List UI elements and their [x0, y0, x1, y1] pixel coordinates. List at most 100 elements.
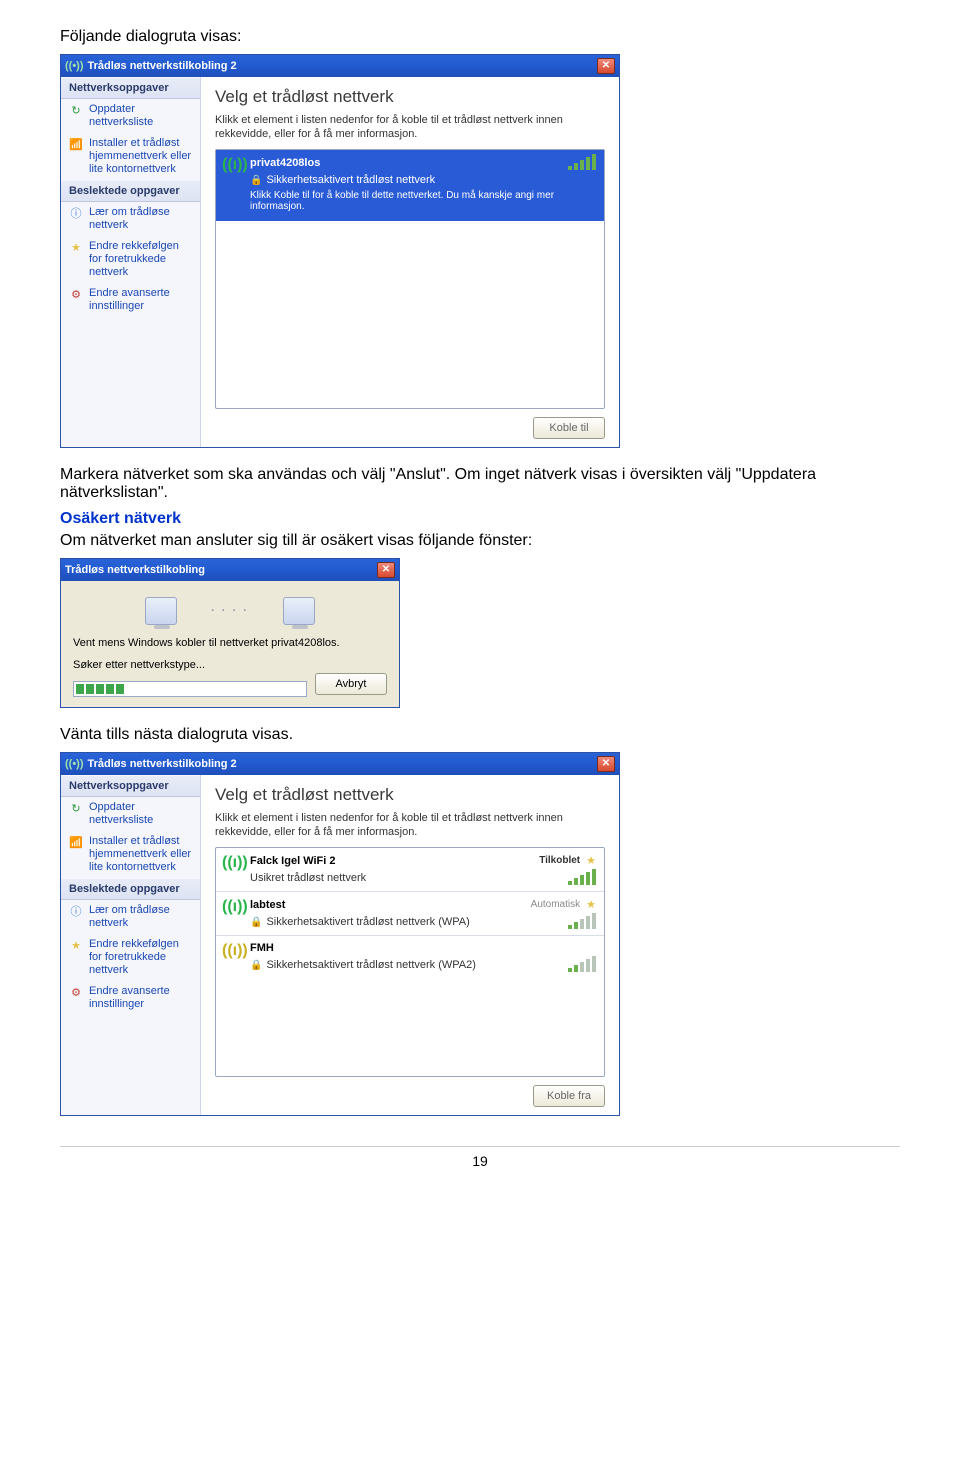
- network-row[interactable]: ((ı)) FMH 🔒 Sikkerhetsaktivert trådløst …: [216, 936, 604, 981]
- sidebar-item-label: Installer et trådløst hjemmenettverk ell…: [89, 835, 192, 874]
- star-icon: ★: [69, 938, 83, 952]
- window-title: Trådløs nettverkstilkobling 2: [88, 60, 237, 72]
- sidebar-item-setup[interactable]: 📶 Installer et trådløst hjemmenettverk e…: [61, 831, 200, 878]
- signal-icon: ((ı)): [222, 854, 248, 872]
- network-security: Usikret trådløst nettverk: [250, 872, 366, 884]
- doc-heading-insecure: Osäkert nätverk: [60, 510, 900, 528]
- signal-bars-icon: [566, 156, 596, 170]
- sidebar-item-learn[interactable]: ⓘ Lær om trådløse nettverk: [61, 900, 200, 934]
- sidebar-head-network-tasks: Nettverksoppgaver: [61, 775, 200, 797]
- wireless-icon: ((•)): [65, 60, 84, 72]
- close-icon[interactable]: ✕: [597, 58, 615, 74]
- dialog-wireless-1: ((•)) Trådløs nettverkstilkobling 2 ✕ Ne…: [60, 54, 620, 448]
- network-ssid: FMH: [250, 942, 274, 954]
- close-icon[interactable]: ✕: [597, 756, 615, 772]
- sidebar-item-advanced[interactable]: ⚙ Endre avanserte innstillinger: [61, 283, 200, 317]
- gear-icon: ⚙: [69, 287, 83, 301]
- sidebar-item-advanced[interactable]: ⚙ Endre avanserte innstillinger: [61, 981, 200, 1015]
- network-list: ((ı)) privat4208los 🔒 Sikkerhetsaktivert…: [215, 149, 605, 409]
- doc-line-insecure: Om nätverket man ansluter sig till är os…: [60, 532, 900, 550]
- sidebar-item-setup[interactable]: 📶 Installer et trådløst hjemmenettverk e…: [61, 133, 200, 180]
- star-icon: ★: [586, 898, 596, 911]
- disconnect-button[interactable]: Koble fra: [533, 1085, 605, 1107]
- sidebar-item-label: Endre avanserte innstillinger: [89, 985, 192, 1011]
- lock-icon: 🔒: [250, 175, 262, 186]
- sidebar-head-related: Beslektede oppgaver: [61, 878, 200, 900]
- computer-icon: [145, 597, 177, 625]
- sidebar-item-label: Endre rekkefølgen for foretrukkede nettv…: [89, 938, 192, 977]
- sidebar-item-refresh[interactable]: ↻ Oppdater nettverksliste: [61, 797, 200, 831]
- lock-icon: 🔒: [250, 917, 262, 928]
- dots-icon: · · · ·: [211, 605, 249, 617]
- network-row-selected[interactable]: ((ı)) privat4208los 🔒 Sikkerhetsaktivert…: [216, 150, 604, 221]
- antenna-icon: 📶: [69, 835, 83, 849]
- sidebar: Nettverksoppgaver ↻ Oppdater nettverksli…: [61, 775, 201, 1115]
- antenna-icon: 📶: [69, 137, 83, 151]
- sidebar-item-refresh[interactable]: ↻ Oppdater nettverksliste: [61, 99, 200, 133]
- titlebar[interactable]: ((•)) Trådløs nettverkstilkobling 2 ✕: [61, 753, 619, 775]
- connection-graphic: · · · ·: [73, 597, 387, 625]
- network-security: Sikkerhetsaktivert trådløst nettverk: [266, 174, 435, 186]
- network-hint: Klikk Koble til for å koble til dette ne…: [250, 190, 596, 212]
- dialog-wireless-2: ((•)) Trådløs nettverkstilkobling 2 ✕ Ne…: [60, 752, 620, 1116]
- star-icon: ★: [69, 240, 83, 254]
- network-security: Sikkerhetsaktivert trådløst nettverk (WP…: [266, 959, 475, 971]
- connect-button[interactable]: Koble til: [533, 417, 605, 439]
- titlebar[interactable]: Trådløs nettverkstilkobling ✕: [61, 559, 399, 581]
- network-security: Sikkerhetsaktivert trådløst nettverk (WP…: [266, 916, 469, 928]
- window-title: Trådløs nettverkstilkobling: [65, 564, 205, 576]
- sidebar-item-label: Endre rekkefølgen for foretrukkede nettv…: [89, 240, 192, 279]
- main-title: Velg et trådløst nettverk: [215, 785, 605, 805]
- page-number: 19: [60, 1146, 900, 1169]
- cancel-button[interactable]: Avbryt: [315, 673, 387, 695]
- network-list: ((ı)) Falck Igel WiFi 2 Tilkoblet ★ Usik…: [215, 847, 605, 1077]
- network-ssid: labtest: [250, 899, 285, 911]
- network-status: Tilkoblet: [539, 855, 580, 866]
- sidebar: Nettverksoppgaver ↻ Oppdater nettverksli…: [61, 77, 201, 447]
- signal-icon: ((ı)): [222, 156, 248, 174]
- main-subtitle: Klikk et element i listen nedenfor for å…: [215, 113, 605, 141]
- sidebar-head-network-tasks: Nettverksoppgaver: [61, 77, 200, 99]
- refresh-icon: ↻: [69, 801, 83, 815]
- sidebar-head-related: Beslektede oppgaver: [61, 180, 200, 202]
- signal-icon: ((ı)): [222, 942, 248, 960]
- network-row[interactable]: ((ı)) labtest Automatisk ★ 🔒 Sikkerhe: [216, 892, 604, 936]
- refresh-icon: ↻: [69, 103, 83, 117]
- sidebar-item-label: Lær om trådløse nettverk: [89, 904, 192, 930]
- network-ssid: Falck Igel WiFi 2: [250, 855, 335, 867]
- info-icon: ⓘ: [69, 904, 83, 918]
- dialog-connecting: Trådløs nettverkstilkobling ✕ · · · · Ve…: [60, 558, 400, 708]
- sidebar-item-order[interactable]: ★ Endre rekkefølgen for foretrukkede net…: [61, 934, 200, 981]
- window-title: Trådløs nettverkstilkobling 2: [88, 758, 237, 770]
- sidebar-item-label: Oppdater nettverksliste: [89, 103, 192, 129]
- computer-icon: [283, 597, 315, 625]
- titlebar[interactable]: ((•)) Trådløs nettverkstilkobling 2 ✕: [61, 55, 619, 77]
- sidebar-item-label: Oppdater nettverksliste: [89, 801, 192, 827]
- doc-line-wait: Vänta tills nästa dialogruta visas.: [60, 726, 900, 744]
- network-status: Automatisk: [531, 899, 580, 910]
- star-icon: ★: [586, 854, 596, 867]
- close-icon[interactable]: ✕: [377, 562, 395, 578]
- sidebar-item-order[interactable]: ★ Endre rekkefølgen for foretrukkede net…: [61, 236, 200, 283]
- info-icon: ⓘ: [69, 206, 83, 220]
- network-row[interactable]: ((ı)) Falck Igel WiFi 2 Tilkoblet ★ Usik…: [216, 848, 604, 892]
- signal-icon: ((ı)): [222, 898, 248, 916]
- sidebar-item-learn[interactable]: ⓘ Lær om trådløse nettverk: [61, 202, 200, 236]
- signal-bars-icon: [566, 871, 596, 885]
- sidebar-item-label: Lær om trådløse nettverk: [89, 206, 192, 232]
- network-ssid: privat4208los: [250, 157, 320, 169]
- main-title: Velg et trådløst nettverk: [215, 87, 605, 107]
- doc-line-instruction: Markera nätverket som ska användas och v…: [60, 466, 900, 502]
- main-subtitle: Klikk et element i listen nedenfor for å…: [215, 811, 605, 839]
- gear-icon: ⚙: [69, 985, 83, 999]
- signal-bars-icon: [566, 915, 596, 929]
- sidebar-item-label: Endre avanserte innstillinger: [89, 287, 192, 313]
- wireless-icon: ((•)): [65, 758, 84, 770]
- doc-line-intro: Följande dialogruta visas:: [60, 28, 900, 46]
- signal-bars-icon: [566, 958, 596, 972]
- sidebar-item-label: Installer et trådløst hjemmenettverk ell…: [89, 137, 192, 176]
- status-line-2: Søker etter nettverkstype...: [73, 659, 387, 671]
- progress-bar: [73, 681, 307, 697]
- lock-icon: 🔒: [250, 960, 262, 971]
- status-line-1: Vent mens Windows kobler til nettverket …: [73, 637, 387, 649]
